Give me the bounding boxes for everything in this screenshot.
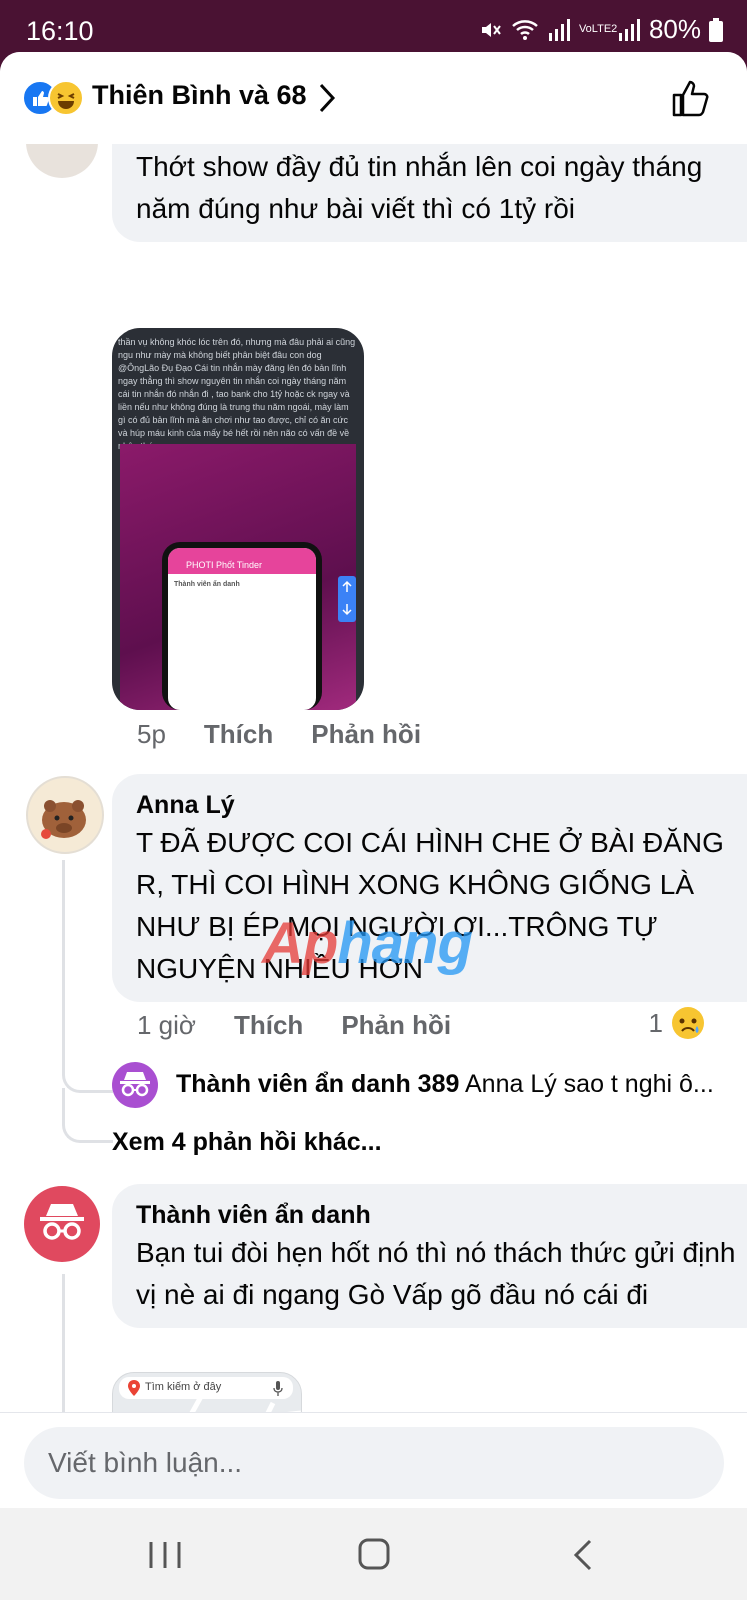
image-caption-text: thần vụ không khóc lóc trên đó, nhưng mà…	[118, 337, 356, 451]
app-bar: PHOTI Phốt Tinder	[168, 548, 316, 574]
screen-post: Thành viên ẩn danh	[168, 574, 316, 595]
reply-button[interactable]: Phản hồi	[341, 1010, 451, 1041]
screen-poster: Thành viên ẩn danh	[174, 581, 240, 588]
watermark-logo: Aphang	[262, 910, 473, 977]
avatar[interactable]	[26, 144, 98, 178]
like-button[interactable]: Thích	[234, 1010, 303, 1041]
comment-bubble: Thớt show đầy đủ tin nhắn lên coi ngày t…	[112, 144, 747, 242]
thread-connector	[62, 1050, 113, 1093]
signal-icon-2	[618, 18, 640, 41]
comment-author[interactable]: Thành viên ẩn danh	[136, 1198, 747, 1232]
reactors-link[interactable]: Thiên Bình và 68	[92, 80, 307, 111]
wifi-icon	[512, 19, 538, 40]
reactions-header: Thiên Bình và 68	[0, 52, 747, 144]
watermark-part-1: Ap	[262, 911, 338, 976]
avatar[interactable]	[24, 1186, 100, 1262]
like-button[interactable]: Thích	[204, 719, 273, 750]
recent-apps-icon[interactable]	[148, 1540, 182, 1570]
clock: 16:10	[26, 16, 94, 46]
comment-text: Thớt show đầy đủ tin nhắn lên coi ngày t…	[136, 151, 703, 224]
sad-react-icon	[672, 1007, 704, 1039]
like-post-icon[interactable]	[671, 78, 711, 118]
reply-preview-text: Thành viên ẩn danh 389 Anna Lý sao t ngh…	[176, 1070, 736, 1099]
haha-react-icon	[48, 80, 84, 116]
thread-connector	[62, 1088, 113, 1143]
map-search-bar: Tìm kiếm ở đây	[119, 1377, 293, 1399]
comment-actions: 1 giờ Thích Phản hồi	[137, 1010, 451, 1041]
back-icon[interactable]	[572, 1538, 594, 1572]
watermark-part-2: hang	[337, 911, 473, 976]
comment-image[interactable]: thần vụ không khóc lóc trên đó, nhưng mà…	[112, 328, 364, 710]
phone-screen: PHOTI Phốt Tinder Thành viên ẩn danh	[168, 548, 316, 710]
reaction-icons[interactable]	[22, 80, 84, 116]
reply-author: Thành viên ẩn danh 389	[176, 1070, 460, 1098]
reaction-summary[interactable]: 1	[649, 1006, 705, 1040]
mute-icon	[481, 22, 501, 37]
system-nav-bar	[0, 1508, 747, 1600]
signal-icon	[548, 18, 570, 41]
comment-composer: Viết bình luận...	[0, 1412, 747, 1508]
reply-button[interactable]: Phản hồi	[311, 719, 421, 750]
comment-time: 1 giờ	[137, 1010, 196, 1040]
comment-list[interactable]: Thớt show đầy đủ tin nhắn lên coi ngày t…	[0, 144, 747, 1464]
map-search-placeholder: Tìm kiếm ở đây	[145, 1381, 222, 1393]
comment-input[interactable]: Viết bình luận...	[24, 1427, 724, 1499]
battery-icon	[709, 17, 723, 42]
reply-preview[interactable]: Thành viên ẩn danh 389 Anna Lý sao t ngh…	[112, 1060, 732, 1112]
view-more-replies[interactable]: Xem 4 phản hồi khác...	[112, 1128, 382, 1157]
map-pin-icon	[128, 1380, 140, 1396]
microphone-icon	[273, 1381, 283, 1396]
comment-time: 5p	[137, 719, 166, 749]
comment-bubble: Thành viên ẩn danh Bạn tui đòi hẹn hốt n…	[112, 1184, 747, 1328]
status-icons: VoLTE2 80%	[479, 14, 723, 45]
comment-text: Bạn tui đòi hẹn hốt nó thì nó thách thức…	[136, 1237, 736, 1310]
comment-actions: 5p Thích Phản hồi	[137, 719, 421, 750]
avatar[interactable]	[26, 776, 104, 854]
thread-line	[62, 860, 65, 1050]
network-label: VoLTE2	[578, 23, 618, 35]
avatar[interactable]	[112, 1062, 158, 1108]
comments-sheet: Thiên Bình và 68 Thớt show đầy đủ tin nh…	[0, 52, 747, 1508]
home-icon[interactable]	[358, 1538, 390, 1570]
scroll-arrows	[338, 576, 356, 622]
chevron-right-icon[interactable]	[318, 82, 336, 114]
reaction-count: 1	[648, 1007, 663, 1038]
battery-percent: 80%	[648, 14, 701, 44]
reply-snippet: Anna Lý sao t nghi ô...	[464, 1070, 714, 1098]
comment-author[interactable]: Anna Lý	[136, 788, 747, 822]
